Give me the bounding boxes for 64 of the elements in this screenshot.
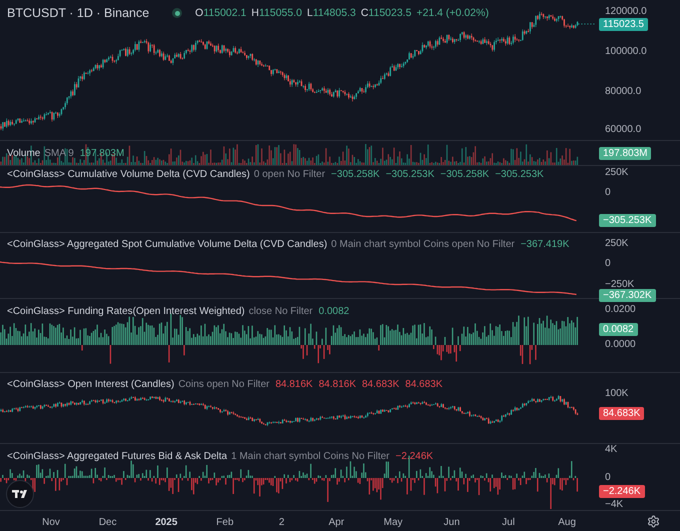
axis-tick-label: 0 [605, 472, 611, 484]
value-badge: 0.0082 [599, 323, 638, 336]
time-axis-label: Jun [444, 516, 460, 530]
indicator-value: 0.0082 [318, 305, 350, 319]
indicator-params: Coins open No Filter [178, 378, 270, 392]
indicator-params: 0 open No Filter [254, 168, 326, 182]
axis-tick-label: 250K [605, 167, 628, 179]
indicator-value: −305.258K [331, 168, 380, 182]
value-badge: −2.246K [599, 485, 645, 498]
price-change: +21.4 (+0.02%) [416, 6, 489, 20]
indicator-value: −2.246K [396, 450, 434, 464]
indicator-params: close No Filter [248, 305, 313, 319]
axis-tick-label: 80000.0 [605, 86, 642, 98]
time-axis-label: 2 [278, 516, 284, 530]
indicator-name: <CoinGlass> Aggregated Futures Bid & Ask Delta [7, 450, 228, 464]
indicator-name: <CoinGlass> Aggregated Spot Cumulative Volume Delta (CVD Candles) [7, 238, 328, 252]
indicator-value: −305.253K [386, 168, 434, 182]
time-axis-label: Jul [502, 516, 515, 530]
indicator-name: <CoinGlass> Cumulative Volume Delta (CVD Candles) [7, 168, 250, 182]
value-badge: −367.302K [599, 289, 656, 302]
axis-tick-label: 60000.0 [605, 124, 642, 136]
axis-tick-label: 0.0200 [605, 304, 636, 316]
indicator-params: 0 Main chart symbol Coins open No Filter [331, 238, 515, 252]
symbol-title: BTCUSDT · 1D · Binance [7, 5, 150, 22]
ohlc-value: 114805.3 [312, 6, 356, 20]
indicator-value: 84.683K [362, 378, 400, 392]
ohlc-label: O [195, 6, 204, 20]
time-axis-label: Apr [328, 516, 344, 530]
axis-tick-label: 250K [605, 238, 628, 250]
last-price-badge: 115023.5 [599, 18, 648, 31]
indicator-value: −305.258K [440, 168, 490, 182]
time-axis-label: 2025 [155, 516, 178, 530]
time-axis-label: Dec [98, 516, 117, 530]
axis-tick-label: −4K [605, 499, 624, 511]
ohlc-label: H [251, 6, 259, 20]
axis-tick-label: 0 [605, 187, 611, 199]
time-axis-label: Aug [558, 516, 576, 530]
ohlc-label: L [306, 6, 313, 20]
indicator-name: <CoinGlass> Open Interest (Candles) [7, 378, 174, 392]
time-axis-label: Feb [216, 516, 234, 530]
ohlc-value: 115023.5 [368, 6, 412, 20]
axis-tick-label: 0 [605, 258, 611, 270]
indicator-value: −367.419K [520, 238, 570, 252]
axis-tick-label: −250K [605, 279, 634, 291]
time-axis-label: May [384, 516, 403, 530]
time-axis-label: Nov [42, 516, 60, 530]
value-badge: 84.683K [599, 407, 644, 420]
axis-tick-label: 4K [605, 444, 618, 456]
axis-tick-label: 100K [605, 388, 628, 400]
indicator-name: <CoinGlass> Funding Rates(Open Interest Weighted) [7, 305, 245, 319]
indicator-value: 84.816K [318, 378, 356, 392]
value-badge: 197.803M [599, 147, 652, 160]
ohlc-label: C [360, 6, 368, 20]
indicator-params: 1 Main chart symbol Coins No Filter [231, 450, 390, 464]
indicator-value: 84.816K [275, 378, 313, 392]
ohlc-value: 115055.0 [258, 6, 302, 20]
indicator-value: 84.683K [405, 378, 443, 392]
axis-tick-label: 120000.0 [605, 6, 647, 18]
value-badge: −305.253K [599, 214, 656, 227]
axis-tick-label: 0.0000 [605, 339, 636, 351]
axis-tick-label: 100000.0 [605, 46, 647, 58]
ohlc-value: 115002.1 [203, 6, 246, 20]
indicator-name: Volume [7, 147, 40, 161]
indicator-value: −305.253K [495, 168, 544, 182]
